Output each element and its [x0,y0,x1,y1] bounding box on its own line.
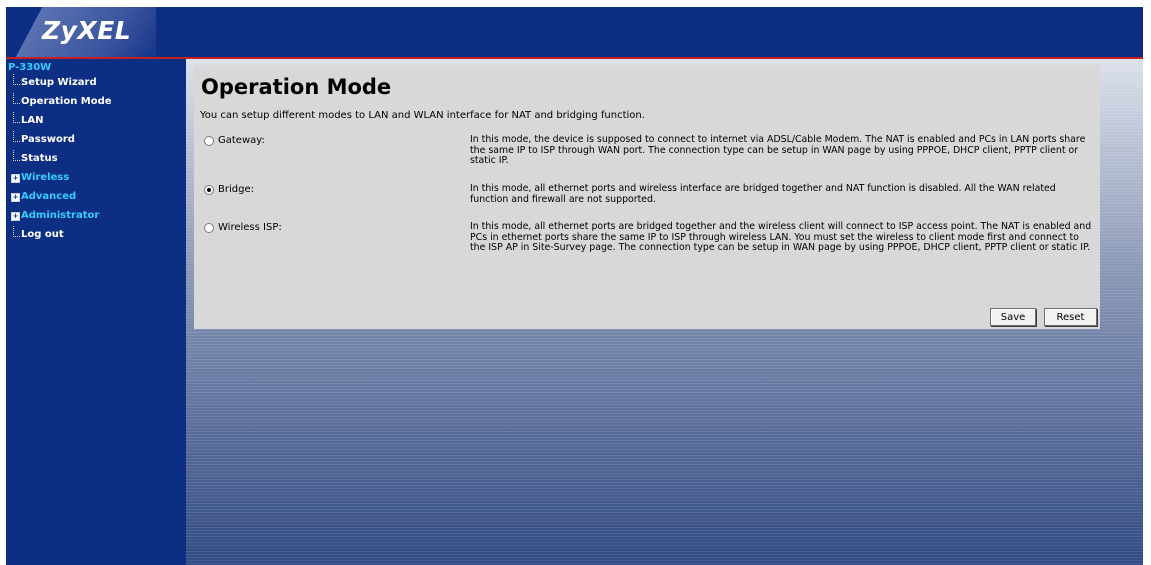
sidebar-nav: P-330W Setup Wizard Operation Mode LAN P… [6,59,186,565]
reset-button[interactable]: Reset [1044,308,1097,326]
sidebar-item-label: LAN [21,115,44,126]
operation-mode-panel: Operation Mode You can setup different m… [194,65,1100,329]
sidebar-folder-label: Administrator [21,210,100,221]
logo: ZyXEL [6,7,156,57]
tree-line [13,74,20,85]
expand-plus-icon[interactable]: + [11,212,20,221]
gateway-radio[interactable] [204,136,214,146]
device-model: P-330W [8,62,52,73]
gateway-label[interactable]: Gateway: [218,135,265,146]
save-button[interactable]: Save [990,308,1036,326]
wireless-isp-description: In this mode, all ethernet ports are bri… [470,221,1092,253]
wireless-isp-label[interactable]: Wireless ISP: [218,222,282,233]
app-frame: ZyXEL P-330W Setup Wizard Operation Mode… [6,7,1143,565]
tree-line [13,226,20,237]
sidebar-item-label: Status [21,153,58,164]
tree-line [13,93,20,104]
sidebar-item-label: Operation Mode [21,96,112,107]
sidebar-item-label: Password [21,134,75,145]
header-bar: ZyXEL [6,7,1143,59]
page-title: Operation Mode [201,75,392,99]
gateway-description: In this mode, the device is supposed to … [470,134,1086,166]
bridge-label[interactable]: Bridge: [218,184,254,195]
bridge-description: In this mode, all ethernet ports and wir… [470,183,1056,205]
sidebar-item-label: Setup Wizard [21,77,97,88]
content-area: Operation Mode You can setup different m… [186,59,1143,565]
logo-text: ZyXEL [42,16,132,45]
bridge-radio[interactable] [204,185,214,195]
page-description: You can setup different modes to LAN and… [200,110,645,121]
sidebar-folder-label: Advanced [21,191,77,202]
wireless-isp-radio[interactable] [204,223,214,233]
sidebar-item-label: Log out [21,229,64,240]
tree-line [13,112,20,123]
expand-plus-icon[interactable]: + [11,174,20,183]
expand-plus-icon[interactable]: + [11,193,20,202]
sidebar-folder-label: Wireless [21,172,70,183]
tree-line [13,131,20,142]
tree-line [13,150,20,161]
